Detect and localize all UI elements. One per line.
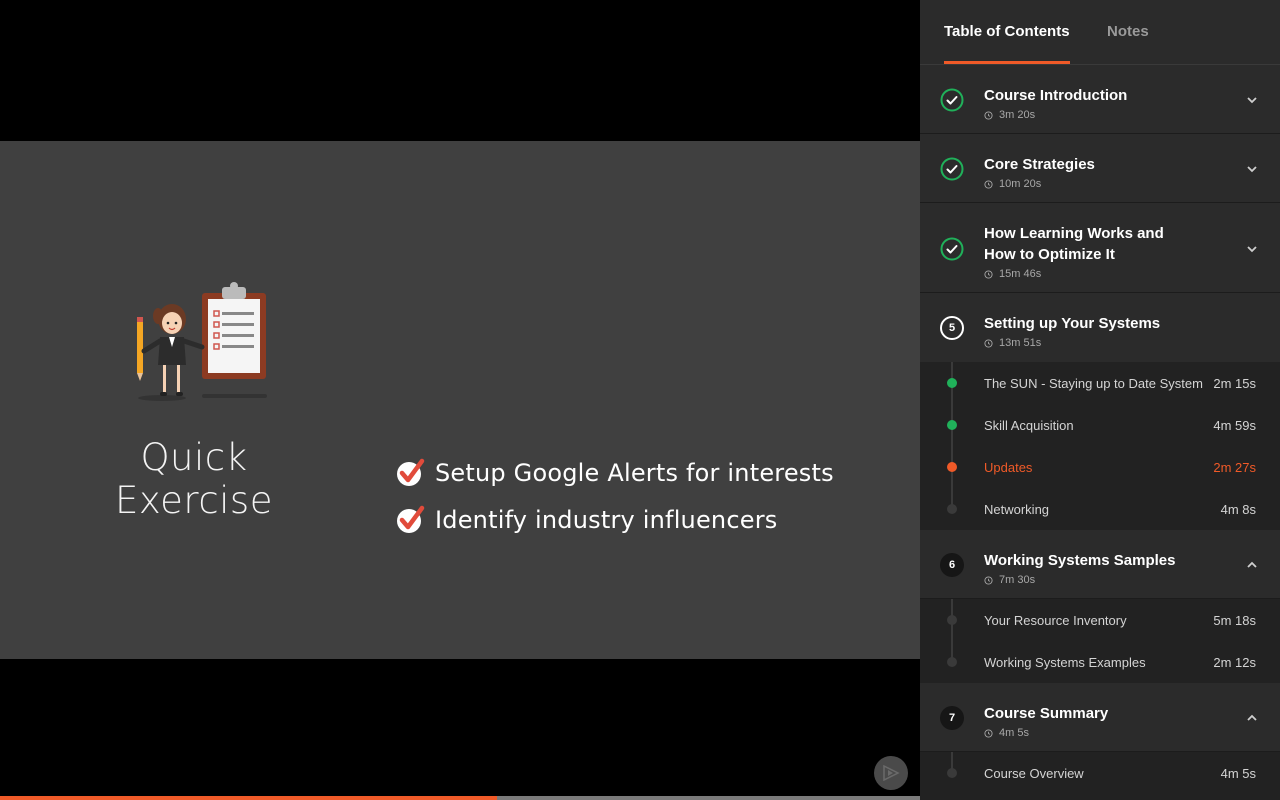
clip-current-dot: [947, 462, 957, 472]
chevron-down-icon[interactable]: [1246, 165, 1258, 173]
clock-icon: [984, 338, 993, 348]
chevron-up-icon[interactable]: [1246, 561, 1258, 569]
clip-item[interactable]: The SUN - Staying up to Date System 2m 1…: [920, 362, 1280, 404]
video-progress-fill: [0, 796, 497, 800]
slide-bullet: Setup Google Alerts for interests: [396, 456, 834, 490]
clock-icon: [984, 110, 993, 120]
chevron-down-icon[interactable]: [1246, 245, 1258, 253]
clip-dot: [947, 615, 957, 625]
tab-table-of-contents[interactable]: Table of Contents: [944, 0, 1070, 64]
clip-complete-dot: [947, 378, 957, 388]
course-sidebar: Table of Contents Notes Course Introduct…: [920, 0, 1280, 800]
slide-bullet: Identify industry influencers: [396, 503, 777, 537]
module-duration: 13m 51s: [984, 337, 1230, 349]
checkbox-check-icon: [397, 458, 425, 486]
module-duration: 10m 20s: [984, 178, 1230, 190]
clock-icon: [984, 179, 993, 189]
module-number-badge: 6: [940, 553, 964, 577]
module-duration: 4m 5s: [984, 727, 1230, 739]
clip-item-current[interactable]: Updates 2m 27s: [920, 446, 1280, 488]
clip-complete-dot: [947, 420, 957, 430]
chevron-up-icon[interactable]: [1246, 714, 1258, 722]
module-course-introduction[interactable]: Course Introduction 3m 20s: [920, 65, 1280, 134]
module-number-badge: 5: [940, 316, 964, 340]
completed-check-icon: [940, 157, 964, 181]
clip-list: Course Overview 4m 5s: [920, 752, 1280, 800]
clip-item[interactable]: Your Resource Inventory 5m 18s: [920, 599, 1280, 641]
module-title: Course Summary: [984, 705, 1109, 722]
module-title: Working Systems Samples: [984, 552, 1176, 569]
completed-check-icon: [940, 88, 964, 112]
module-duration: 15m 46s: [984, 268, 1230, 280]
module-title: Core Strategies: [984, 156, 1095, 173]
clock-icon: [984, 575, 993, 585]
clip-dot: [947, 504, 957, 514]
module-title: Course Introduction: [984, 87, 1128, 104]
play-logo-icon: [874, 756, 908, 790]
module-course-summary[interactable]: 7 Course Summary 4m 5s: [920, 683, 1280, 752]
module-duration: 3m 20s: [984, 109, 1230, 121]
module-setting-up-your-systems[interactable]: 5 Setting up Your Systems 13m 51s: [920, 293, 1280, 362]
tab-notes[interactable]: Notes: [1107, 0, 1149, 64]
clip-list: The SUN - Staying up to Date System 2m 1…: [920, 362, 1280, 530]
sidebar-tabs: Table of Contents Notes: [920, 0, 1280, 65]
module-title: Setting up Your Systems: [984, 315, 1161, 332]
slide-title: Quick Exercise: [115, 436, 273, 522]
businesswoman-clipboard-illustration: [137, 282, 267, 401]
checkbox-check-icon: [397, 505, 425, 533]
module-title: How Learning Works and How to Optimize I…: [984, 225, 1164, 263]
clip-dot: [947, 768, 957, 778]
clip-list: Your Resource Inventory 5m 18s Working S…: [920, 599, 1280, 683]
clock-icon: [984, 728, 993, 738]
module-core-strategies[interactable]: Core Strategies 10m 20s: [920, 134, 1280, 203]
clip-dot: [947, 657, 957, 667]
module-number-badge: 7: [940, 706, 964, 730]
module-how-learning-works[interactable]: How Learning Works and How to Optimize I…: [920, 203, 1280, 293]
chevron-down-icon[interactable]: [1246, 96, 1258, 104]
video-slide: Quick Exercise Setup Google Alerts for i…: [0, 141, 920, 790]
completed-check-icon: [940, 237, 964, 261]
video-progress-bar[interactable]: [0, 796, 920, 800]
clock-icon: [984, 269, 993, 279]
module-working-systems-samples[interactable]: 6 Working Systems Samples 7m 30s: [920, 530, 1280, 599]
video-player[interactable]: Quick Exercise Setup Google Alerts for i…: [0, 0, 920, 800]
clip-item[interactable]: Skill Acquisition 4m 59s: [920, 404, 1280, 446]
clip-item[interactable]: Course Overview 4m 5s: [920, 752, 1280, 794]
module-duration: 7m 30s: [984, 574, 1230, 586]
clip-item[interactable]: Working Systems Examples 2m 12s: [920, 641, 1280, 683]
clip-item[interactable]: Networking 4m 8s: [920, 488, 1280, 530]
